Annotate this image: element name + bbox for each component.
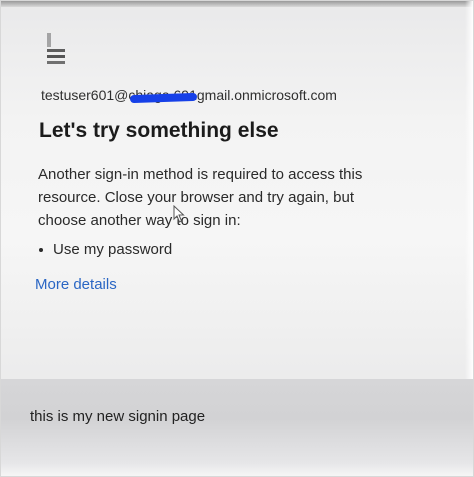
signin-options-list: Use my password	[39, 241, 172, 258]
signin-option-label: Use my password	[53, 241, 173, 258]
caption-band	[1, 379, 473, 476]
email-redacted-part: chiaga 691	[128, 87, 197, 103]
more-details-link[interactable]: More details	[35, 276, 117, 293]
mouse-cursor-icon	[173, 205, 185, 223]
screenshot-photo: testuser601@chiaga 691gmail.onmicrosoft.…	[0, 0, 474, 477]
page-title: Let's try something else	[39, 119, 279, 142]
account-email: testuser601@chiaga 691gmail.onmicrosoft.…	[41, 87, 337, 103]
description-line: resource. Close your browser and try aga…	[38, 189, 354, 206]
description-line: Another sign-in method is required to ac…	[38, 166, 363, 183]
email-suffix: gmail.onmicrosoft.com	[196, 87, 337, 103]
microsoft-logo-icon	[47, 33, 65, 64]
caption-text: this is my new signin page	[30, 408, 206, 425]
description-line: choose another way to sign in:	[38, 212, 241, 229]
bullet-icon	[39, 247, 43, 252]
top-shadow	[1, 1, 473, 7]
email-prefix: testuser601@	[41, 87, 129, 103]
error-description: Another sign-in method is required to ac…	[38, 163, 398, 232]
signin-option-use-password[interactable]: Use my password	[39, 241, 172, 258]
